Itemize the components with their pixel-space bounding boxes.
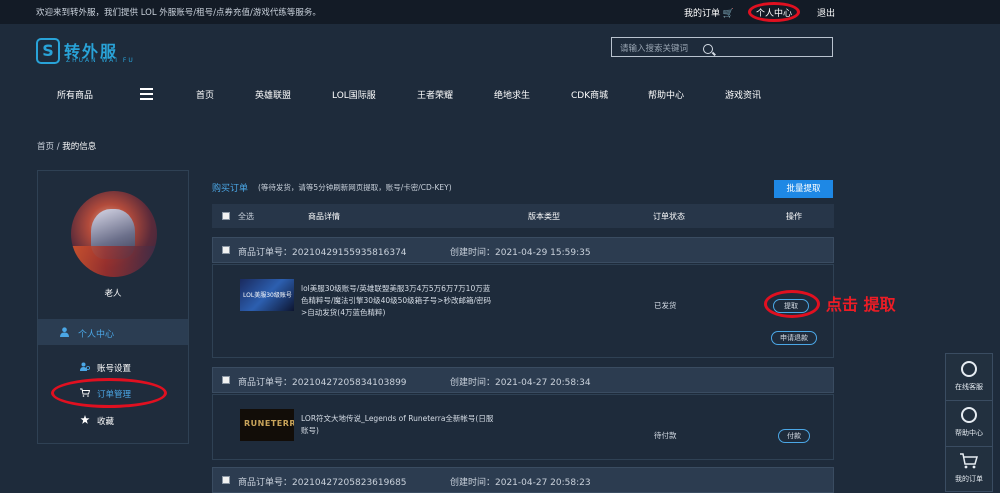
- product-thumbnail[interactable]: RUNETERRA: [240, 409, 294, 441]
- order-checkbox[interactable]: [222, 246, 230, 254]
- highlight-circle-personal: [748, 2, 800, 22]
- order-number: 商品订单号：20210427205834103899: [238, 378, 407, 388]
- menu-icon[interactable]: [140, 88, 153, 100]
- welcome-text: 欢迎来到转外服，我们提供 LOL 外服账号/租号/点券充值/游戏代练等服务。: [36, 8, 321, 18]
- order-number: 商品订单号：20210427205823619685: [238, 478, 407, 488]
- order-status: 待付款: [654, 431, 677, 440]
- order-created: 创建时间：2021-04-29 15:59:35: [450, 248, 591, 258]
- order-checkbox[interactable]: [222, 376, 230, 384]
- order-header: 商品订单号：20210427205823619685 创建时间：2021-04-…: [212, 467, 834, 493]
- order-created: 创建时间：2021-04-27 20:58:23: [450, 478, 591, 488]
- nav-news[interactable]: 游戏资讯: [725, 88, 761, 101]
- logout-link[interactable]: 退出: [817, 6, 835, 19]
- sidebar-item-label: 个人中心: [78, 330, 115, 340]
- sidebar-item-favorites[interactable]: 收藏: [97, 415, 114, 427]
- nav-all-products[interactable]: 所有商品: [57, 88, 93, 101]
- thumbnail-caption: LOL美服30级账号: [243, 292, 292, 299]
- header-detail: 商品详情: [308, 212, 340, 221]
- desc-line: 账号): [301, 426, 319, 435]
- breadcrumb: 首页 / 我的信息: [37, 140, 96, 152]
- nav-lol[interactable]: 英雄联盟: [255, 88, 291, 101]
- cart-icon: [960, 453, 978, 469]
- search-box[interactable]: 请输入搜索关键词: [611, 37, 833, 57]
- desc-line: 色精粹号/魔法引擎30级40级50级箱子号>秒改邮箱/密码: [301, 296, 491, 305]
- online-support-button[interactable]: 在线客服: [946, 354, 992, 401]
- nav-help[interactable]: 帮助中心: [648, 88, 684, 101]
- breadcrumb-home[interactable]: 首页: [37, 142, 54, 152]
- float-label: 帮助中心: [955, 429, 983, 437]
- sidebar-item-personal-center[interactable]: 个人中心: [38, 319, 188, 345]
- order-header: 商品订单号：20210429155935816374 创建时间：2021-04-…: [212, 237, 834, 263]
- refund-button[interactable]: 申请退款: [771, 331, 817, 345]
- star-icon: [80, 415, 90, 424]
- order-header: 商品订单号：20210427205834103899 创建时间：2021-04-…: [212, 367, 834, 393]
- purchase-orders-note: (等待发货，请等5分钟刷新网页提取，账号/卡密/CD-KEY): [258, 183, 452, 192]
- float-label: 我的订单: [955, 475, 983, 483]
- username: 老人: [104, 289, 122, 299]
- thumbnail-caption: RUNETERRA: [244, 419, 294, 428]
- highlight-circle-extract: [764, 290, 820, 318]
- my-orders-link[interactable]: 我的订单 🛒: [684, 6, 734, 19]
- select-all-checkbox[interactable]: [222, 212, 230, 220]
- avatar: [71, 191, 157, 277]
- nav-home[interactable]: 首页: [196, 88, 214, 101]
- order-body: RUNETERRA LOR符文大地传说_Legends of Runeterra…: [212, 394, 834, 460]
- account-settings-icon: [80, 362, 90, 371]
- help-center-button[interactable]: 帮助中心: [946, 400, 992, 447]
- annotation-click-extract: 点击 提取: [826, 295, 896, 314]
- top-bar: 欢迎来到转外服，我们提供 LOL 外服账号/租号/点券充值/游戏代练等服务。 我…: [0, 0, 1000, 24]
- order-number: 商品订单号：20210429155935816374: [238, 248, 407, 258]
- order-body: LOL美服30级账号 lol美服30级账号/英雄联盟美服3万4万5万6万7万10…: [212, 264, 834, 358]
- header-version: 版本类型: [528, 212, 560, 221]
- my-orders-float-button[interactable]: 我的订单: [946, 446, 992, 492]
- purchase-orders-title[interactable]: 购买订单: [212, 181, 248, 194]
- pay-button[interactable]: 付款: [778, 429, 810, 443]
- breadcrumb-current: 我的信息: [62, 142, 97, 152]
- nav-pubg[interactable]: 绝地求生: [494, 88, 530, 101]
- order-checkbox[interactable]: [222, 476, 230, 484]
- highlight-circle-orders: [51, 378, 167, 408]
- desc-line: >自动发货(4万蓝色精粹): [301, 308, 386, 317]
- sidebar-item-account-settings[interactable]: 账号设置: [97, 362, 131, 374]
- site-logo[interactable]: S 转外服 ZHUAN WAI FU: [36, 38, 136, 68]
- float-label: 在线客服: [955, 383, 983, 391]
- order-created: 创建时间：2021-04-27 20:58:34: [450, 378, 591, 388]
- floating-toolbar: 在线客服 帮助中心 我的订单: [945, 353, 993, 492]
- headset-icon: [961, 361, 977, 377]
- user-icon: [60, 327, 69, 337]
- compass-icon: [961, 407, 977, 423]
- product-thumbnail[interactable]: LOL美服30级账号: [240, 279, 294, 311]
- desc-line: LOR符文大地传说_Legends of Runeterra全新帐号(日服: [301, 414, 494, 423]
- logo-mark-icon: S: [36, 38, 60, 64]
- order-status: 已发货: [654, 301, 677, 310]
- orders-table-header: 全选 商品详情 版本类型 订单状态 操作: [212, 204, 834, 228]
- search-icon[interactable]: [703, 44, 713, 54]
- search-input[interactable]: 请输入搜索关键词: [620, 42, 688, 54]
- logo-pinyin: ZHUAN WAI FU: [66, 57, 135, 64]
- desc-line: lol美服30级账号/英雄联盟美服3万4万5万6万7万10万蓝: [301, 284, 491, 293]
- header-action: 操作: [786, 212, 802, 221]
- nav-honor-of-kings[interactable]: 王者荣耀: [417, 88, 453, 101]
- batch-extract-button[interactable]: 批量提取: [774, 180, 833, 198]
- header-status: 订单状态: [653, 212, 685, 221]
- nav-lol-intl[interactable]: LOL国际服: [332, 88, 376, 101]
- header: [0, 24, 1000, 70]
- select-all-label: 全选: [238, 212, 254, 221]
- product-description[interactable]: lol美服30级账号/英雄联盟美服3万4万5万6万7万10万蓝 色精粹号/魔法引…: [301, 283, 491, 319]
- nav-cdk[interactable]: CDK商城: [571, 88, 608, 101]
- main-nav: 所有商品 首页 英雄联盟 LOL国际服 王者荣耀 绝地求生 CDK商城 帮助中心…: [0, 76, 1000, 112]
- product-description[interactable]: LOR符文大地传说_Legends of Runeterra全新帐号(日服 账号…: [301, 413, 493, 437]
